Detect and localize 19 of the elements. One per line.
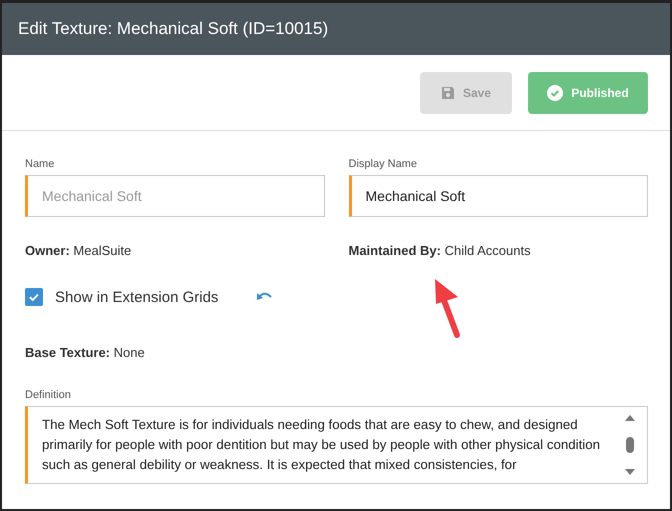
text-field[interactable]: Mechanical Soft <box>348 175 648 217</box>
scroll-up-icon[interactable] <box>625 415 635 421</box>
info-text: Maintained By: Child Accounts <box>348 243 532 258</box>
published-button[interactable]: Published <box>528 72 648 114</box>
info-text: Base Texture: None <box>25 345 146 360</box>
field-label: Definition <box>25 389 71 401</box>
checkbox-label: Show in Extension Grids <box>55 288 218 306</box>
scroll-thumb[interactable] <box>626 437 634 453</box>
check-icon <box>28 291 40 303</box>
info-text: Owner: MealSuite <box>25 243 132 258</box>
save-icon <box>440 86 455 100</box>
scroll-down-icon[interactable] <box>625 469 635 475</box>
undo-icon[interactable] <box>256 291 274 303</box>
field-label: Display Name <box>348 158 418 170</box>
field-label: Name <box>25 158 56 170</box>
check-circle-icon <box>547 85 564 101</box>
checkbox[interactable] <box>25 288 43 306</box>
window-title: Edit Texture: Mechanical Soft (ID=10015) <box>18 19 328 39</box>
definition-field[interactable]: The Mech Soft Texture is for individuals needing foods that are easy to chew, and designed primarily for people with poor dentition but may be used by people with other physical condition such as general debility or weakness. It is expected that mixed consistencies, for <box>25 406 648 484</box>
